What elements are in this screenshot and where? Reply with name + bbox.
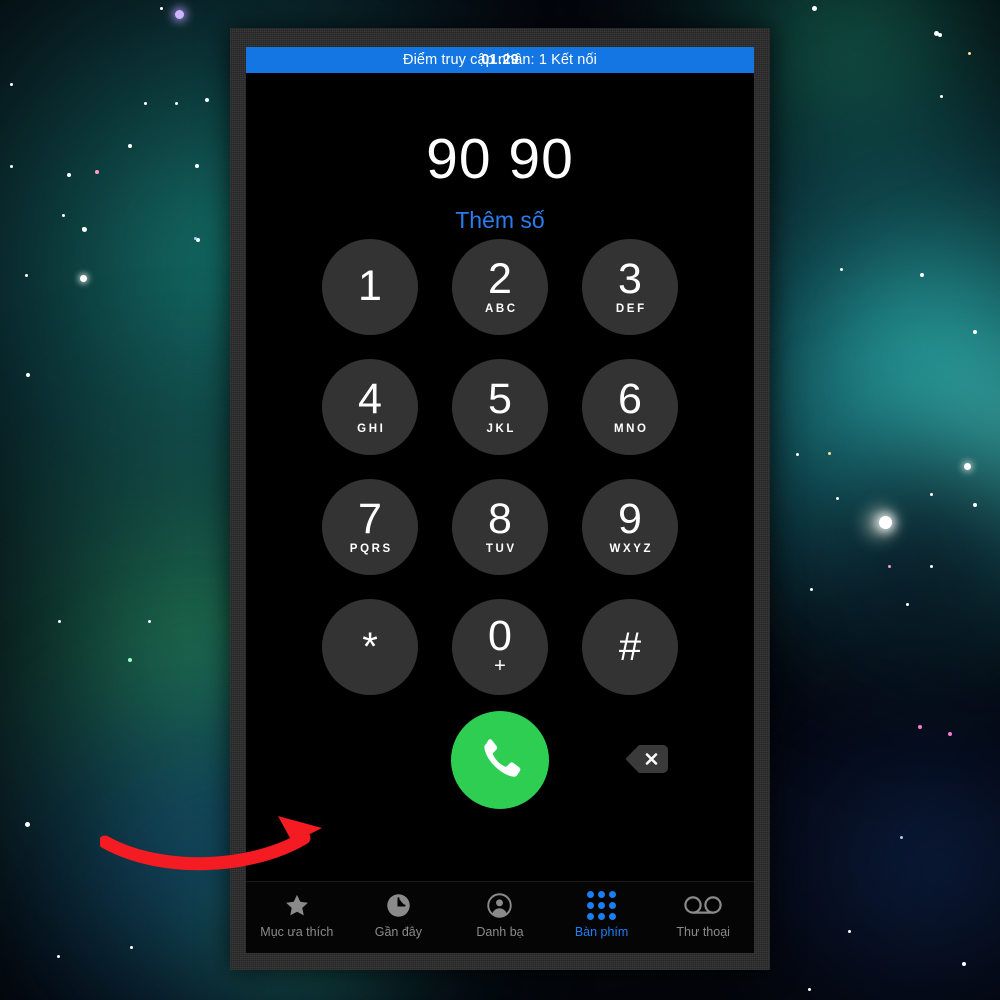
number-display-area: 90 90 Thêm số: [246, 73, 754, 234]
key-digit: 1: [358, 262, 382, 311]
key-letters: WXYZ: [609, 542, 654, 555]
key-star[interactable]: *: [322, 599, 418, 695]
clock-icon: [385, 890, 412, 920]
key-letters: ABC: [484, 302, 518, 315]
keypad-dots-icon: [587, 890, 617, 920]
tab-label: Gần đây: [374, 925, 423, 939]
key-digit: #: [618, 625, 642, 669]
key-letters: +: [494, 655, 506, 678]
bottom-tab-bar: Mục ưa thích Gần đây Danh bạ Bàn phím Th…: [246, 881, 754, 953]
key-5[interactable]: 5 JKL: [452, 359, 548, 455]
tab-label: Mục ưa thích: [260, 925, 334, 939]
key-2[interactable]: 2 ABC: [452, 239, 548, 335]
key-7[interactable]: 7 PQRS: [322, 479, 418, 575]
key-digit: 2: [488, 255, 512, 304]
key-digit: 6: [618, 375, 642, 424]
tab-label: Bàn phím: [574, 925, 629, 939]
phone-screen: Điểm truy cập nhân: 1 Kết nối 01:29 90 9…: [246, 47, 754, 953]
key-digit: 0: [488, 611, 512, 660]
key-digit: 5: [488, 375, 512, 424]
delete-backspace-button[interactable]: [624, 743, 670, 775]
add-number-link[interactable]: Thêm số: [455, 207, 544, 234]
dial-keypad: 1 2 ABC 3 DEF 4 GHI 5 JKL 6 MNO 7 PQRS 8…: [305, 239, 695, 695]
screenshot-stage: Điểm truy cập nhân: 1 Kết nối 01:29 90 9…: [0, 0, 1000, 1000]
key-1[interactable]: 1: [322, 239, 418, 335]
tab-contacts[interactable]: Danh bạ: [449, 890, 551, 939]
phone-handset-icon: [484, 739, 521, 777]
key-letters: PQRS: [349, 542, 393, 555]
tab-keypad[interactable]: Bàn phím: [551, 890, 653, 939]
key-digit: *: [362, 625, 378, 669]
star-icon: [283, 890, 311, 920]
tab-label: Thư thoại: [676, 925, 730, 939]
phone-device-frame: Điểm truy cập nhân: 1 Kết nối 01:29 90 9…: [230, 28, 770, 970]
key-letters: GHI: [357, 422, 386, 435]
voicemail-icon: [683, 890, 723, 920]
status-bar-clock: 01:29: [481, 52, 519, 68]
dialed-number-text[interactable]: 90 90: [426, 131, 574, 188]
key-letters: DEF: [615, 302, 647, 315]
key-digit: 4: [358, 375, 382, 424]
key-4[interactable]: 4 GHI: [322, 359, 418, 455]
tab-favorites[interactable]: Mục ưa thích: [246, 890, 348, 939]
contacts-person-icon: [486, 890, 513, 920]
key-digit: 9: [618, 495, 642, 544]
key-digit: 3: [618, 255, 642, 304]
key-hash[interactable]: #: [582, 599, 678, 695]
tab-label: Danh bạ: [476, 925, 524, 939]
backspace-delete-icon: [625, 745, 668, 773]
key-8[interactable]: 8 TUV: [452, 479, 548, 575]
key-letters: TUV: [485, 542, 517, 555]
tab-recents[interactable]: Gần đây: [348, 890, 450, 939]
key-letters: MNO: [613, 422, 649, 435]
call-button[interactable]: [451, 711, 549, 809]
key-0[interactable]: 0 +: [452, 599, 548, 695]
key-digit: 7: [358, 495, 382, 544]
status-bar: Điểm truy cập nhân: 1 Kết nối 01:29: [246, 47, 754, 73]
key-digit: 8: [488, 495, 512, 544]
key-9[interactable]: 9 WXYZ: [582, 479, 678, 575]
tab-voicemail[interactable]: Thư thoại: [652, 890, 754, 939]
call-action-row: [246, 703, 754, 823]
key-3[interactable]: 3 DEF: [582, 239, 678, 335]
key-6[interactable]: 6 MNO: [582, 359, 678, 455]
key-letters: JKL: [486, 422, 517, 435]
